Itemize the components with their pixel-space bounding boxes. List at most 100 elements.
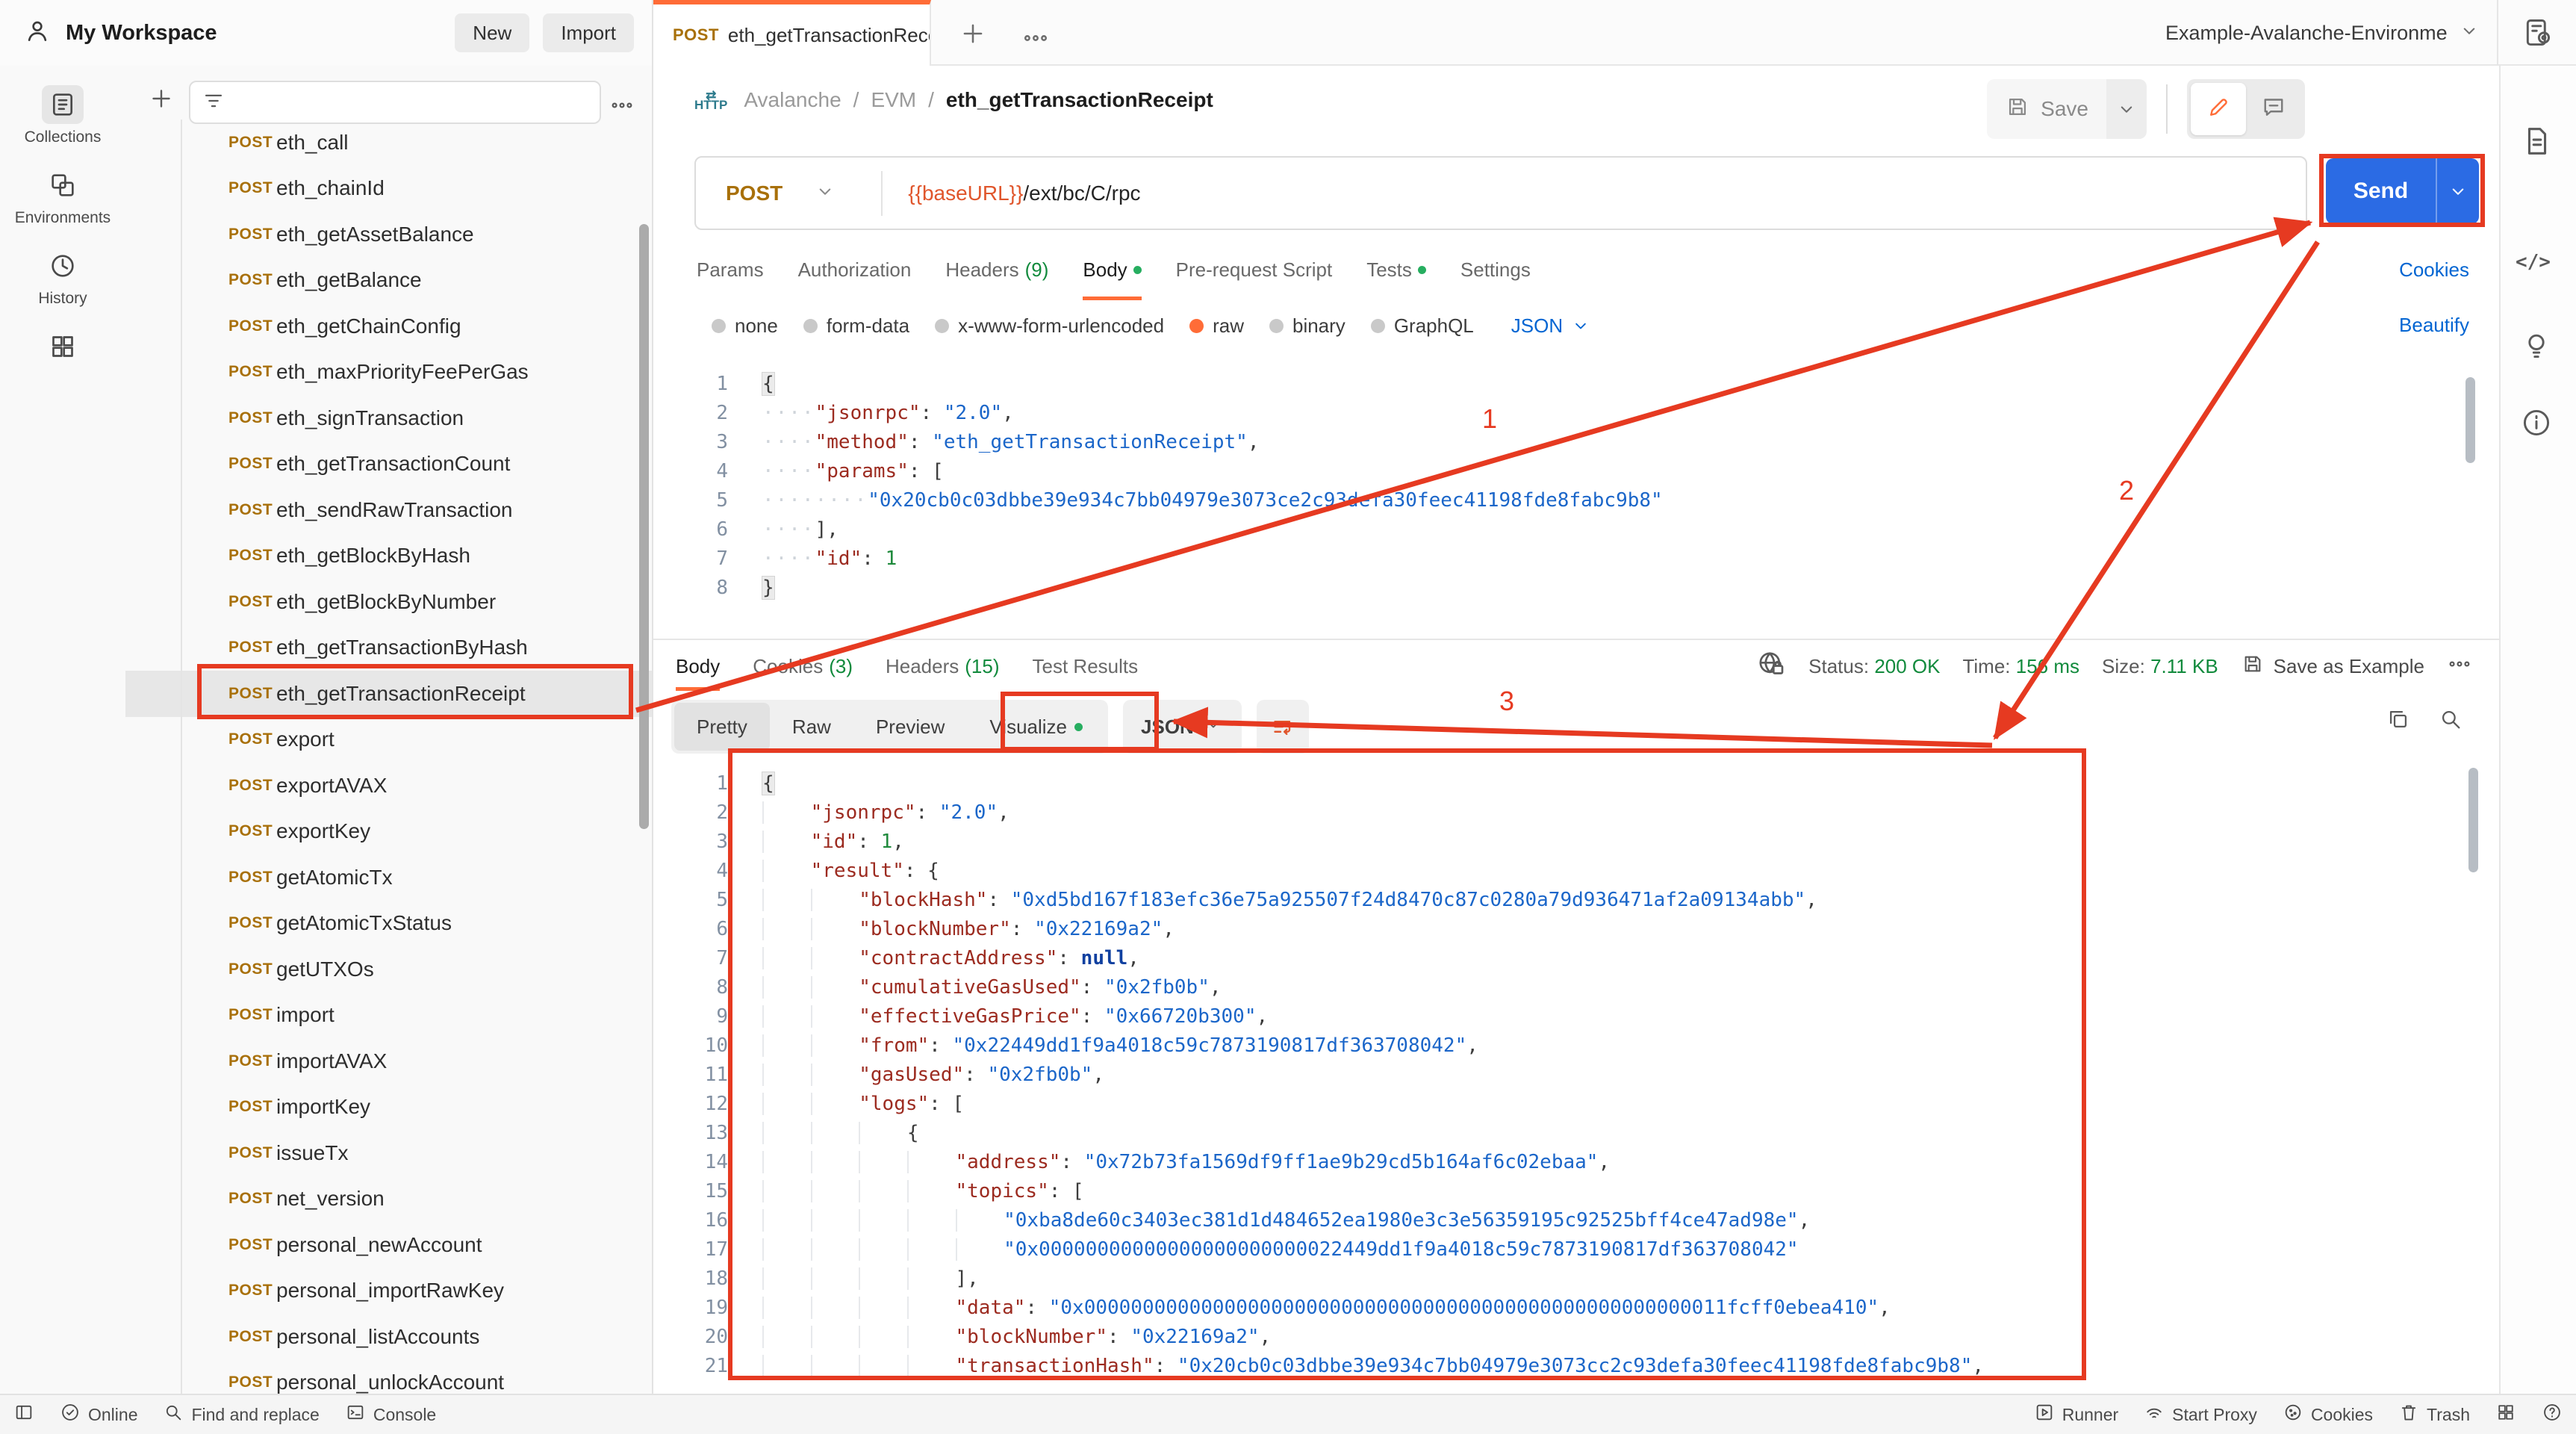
- response-tab-cookies[interactable]: Cookies (3): [753, 642, 853, 691]
- comments-button[interactable]: [2246, 83, 2301, 135]
- view-tab-raw[interactable]: Raw: [770, 703, 853, 751]
- wrap-lines-button[interactable]: [1256, 700, 1309, 754]
- response-body-viewer[interactable]: 1{2 "jsonrpc": "2.0", 3 "id": 1, 4 "result…: [653, 758, 2499, 1394]
- footer-trash[interactable]: Trash: [2398, 1402, 2470, 1427]
- tab-options-icon[interactable]: [1021, 24, 1050, 56]
- sidebar-request-importAVAX[interactable]: POST importAVAX: [125, 1038, 652, 1084]
- sidebar-request-eth_maxPriorityFeePerGas[interactable]: POST eth_maxPriorityFeePerGas: [125, 350, 652, 396]
- sidebar-item-environments[interactable]: Environments: [0, 166, 125, 227]
- code-snippet-icon[interactable]: </>: [2516, 251, 2551, 273]
- sidebar-request-export[interactable]: POST export: [125, 717, 652, 763]
- sidebar-request-eth_chainId[interactable]: POST eth_chainId: [125, 166, 652, 212]
- response-tab-headers[interactable]: Headers (15): [886, 642, 1000, 691]
- beautify-link[interactable]: Beautify: [2399, 314, 2469, 337]
- method-select[interactable]: POST: [726, 181, 783, 205]
- request-body-editor[interactable]: 1{2 ····"jsonrpc": "2.0", 3 ····"method": "…: [653, 351, 2499, 639]
- sidebar-request-personal_newAccount[interactable]: POST personal_newAccount: [125, 1222, 652, 1268]
- request-editor-scrollbar[interactable]: [2465, 377, 2475, 463]
- lightbulb-icon[interactable]: [2520, 329, 2553, 365]
- tab-settings[interactable]: Settings: [1460, 239, 1531, 300]
- tab-params[interactable]: Params: [697, 239, 764, 300]
- footer-online[interactable]: Online: [60, 1402, 137, 1427]
- tab-body[interactable]: Body: [1083, 239, 1142, 300]
- body-mode-GraphQL[interactable]: GraphQL: [1370, 314, 1474, 338]
- sidebar-request-issueTx[interactable]: POST issueTx: [125, 1130, 652, 1176]
- panel-toggle-icon[interactable]: [13, 1402, 34, 1427]
- new-button[interactable]: New: [455, 13, 530, 52]
- sidebar-request-eth_signTransaction[interactable]: POST eth_signTransaction: [125, 395, 652, 441]
- sidebar-request-eth_call[interactable]: POST eth_call: [125, 120, 652, 166]
- panel-grid-icon[interactable]: [2495, 1402, 2516, 1427]
- sidebar-request-personal_unlockAccount[interactable]: POST personal_unlockAccount: [125, 1360, 652, 1394]
- sidebar-request-eth_getChainConfig[interactable]: POST eth_getChainConfig: [125, 303, 652, 350]
- response-language-select[interactable]: JSON: [1123, 700, 1242, 754]
- body-mode-none[interactable]: none: [712, 314, 778, 338]
- footer-start-proxy[interactable]: Start Proxy: [2144, 1402, 2257, 1427]
- sidebar-filter-input[interactable]: [189, 81, 601, 124]
- url-path[interactable]: /ext/bc/C/rpc: [1023, 181, 1140, 205]
- footer-console[interactable]: Console: [345, 1402, 436, 1427]
- sidebar-request-eth_getBlockByNumber[interactable]: POST eth_getBlockByNumber: [125, 579, 652, 625]
- sidebar-request-eth_getTransactionReceipt[interactable]: POST eth_getTransactionReceipt: [125, 671, 652, 717]
- body-mode-raw[interactable]: raw: [1189, 314, 1244, 338]
- footer-runner[interactable]: Runner: [2034, 1402, 2118, 1427]
- tab-authorization[interactable]: Authorization: [798, 239, 912, 300]
- sidebar-item-collections[interactable]: Collections: [0, 85, 125, 146]
- add-request-button[interactable]: [148, 85, 175, 116]
- add-tab-button[interactable]: [959, 19, 987, 52]
- breadcrumb-collection[interactable]: Avalanche: [744, 88, 841, 112]
- send-options-icon[interactable]: [2437, 180, 2479, 202]
- search-response-icon[interactable]: [2438, 707, 2463, 736]
- sidebar-request-exportAVAX[interactable]: POST exportAVAX: [125, 763, 652, 809]
- sidebar-scrollbar[interactable]: [639, 224, 649, 829]
- documentation-icon[interactable]: [2520, 124, 2554, 162]
- send-button[interactable]: Send: [2326, 158, 2479, 224]
- view-tab-preview[interactable]: Preview: [853, 703, 967, 751]
- response-tab-test-results[interactable]: Test Results: [1033, 642, 1139, 691]
- copy-icon[interactable]: [2386, 707, 2411, 736]
- response-more-icon[interactable]: [2447, 651, 2472, 682]
- environment-selector[interactable]: Example-Avalanche-Environme: [2165, 19, 2480, 47]
- sidebar-request-getUTXOs[interactable]: POST getUTXOs: [125, 946, 652, 993]
- sidebar-request-getAtomicTxStatus[interactable]: POST getAtomicTxStatus: [125, 901, 652, 947]
- tab-headers[interactable]: Headers (9): [945, 239, 1048, 300]
- sidebar-request-eth_getBlockByHash[interactable]: POST eth_getBlockByHash: [125, 533, 652, 580]
- response-viewer-scrollbar[interactable]: [2468, 768, 2478, 872]
- environment-quick-look-icon[interactable]: [2522, 16, 2555, 53]
- sidebar-item-more[interactable]: [0, 327, 125, 366]
- request-tab[interactable]: POST eth_getTransactionRece: [653, 0, 931, 66]
- chevron-down-icon[interactable]: [814, 180, 836, 206]
- sidebar-item-history[interactable]: History: [0, 246, 125, 308]
- body-mode-form-data[interactable]: form-data: [803, 314, 909, 338]
- sidebar-request-eth_sendRawTransaction[interactable]: POST eth_sendRawTransaction: [125, 487, 652, 533]
- sidebar-request-importKey[interactable]: POST importKey: [125, 1084, 652, 1131]
- breadcrumb-folder[interactable]: EVM: [871, 88, 916, 112]
- sidebar-request-exportKey[interactable]: POST exportKey: [125, 809, 652, 855]
- tab-tests[interactable]: Tests: [1366, 239, 1426, 300]
- globe-lock-icon[interactable]: [1756, 649, 1786, 684]
- save-options-button[interactable]: [2106, 79, 2147, 139]
- url-variable[interactable]: {{baseURL}}: [908, 181, 1023, 205]
- sidebar-request-personal_importRawKey[interactable]: POST personal_importRawKey: [125, 1268, 652, 1314]
- sidebar-request-eth_getAssetBalance[interactable]: POST eth_getAssetBalance: [125, 211, 652, 258]
- breadcrumb-request[interactable]: eth_getTransactionReceipt: [946, 88, 1213, 112]
- user-icon[interactable]: [22, 16, 52, 50]
- edit-mode-button[interactable]: [2191, 83, 2246, 135]
- sidebar-request-personal_listAccounts[interactable]: POST personal_listAccounts: [125, 1314, 652, 1360]
- sidebar-request-import[interactable]: POST import: [125, 993, 652, 1039]
- cookies-link[interactable]: Cookies: [2399, 258, 2469, 282]
- request-language-select[interactable]: JSON: [1511, 314, 1591, 338]
- footer-find-and-replace[interactable]: Find and replace: [163, 1402, 320, 1427]
- save-button[interactable]: Save: [1987, 79, 2106, 139]
- footer-cookies[interactable]: Cookies: [2283, 1402, 2373, 1427]
- help-icon[interactable]: [2542, 1402, 2563, 1427]
- save-as-example-button[interactable]: Save as Example: [2241, 652, 2424, 681]
- body-mode-binary[interactable]: binary: [1269, 314, 1345, 338]
- sidebar-request-eth_getTransactionByHash[interactable]: POST eth_getTransactionByHash: [125, 625, 652, 671]
- sidebar-more-icon[interactable]: [609, 93, 635, 122]
- sidebar-request-eth_getTransactionCount[interactable]: POST eth_getTransactionCount: [125, 441, 652, 488]
- view-tab-pretty[interactable]: Pretty: [674, 703, 770, 751]
- import-button[interactable]: Import: [543, 13, 634, 52]
- sidebar-request-net_version[interactable]: POST net_version: [125, 1176, 652, 1223]
- workspace-title[interactable]: My Workspace: [66, 21, 217, 46]
